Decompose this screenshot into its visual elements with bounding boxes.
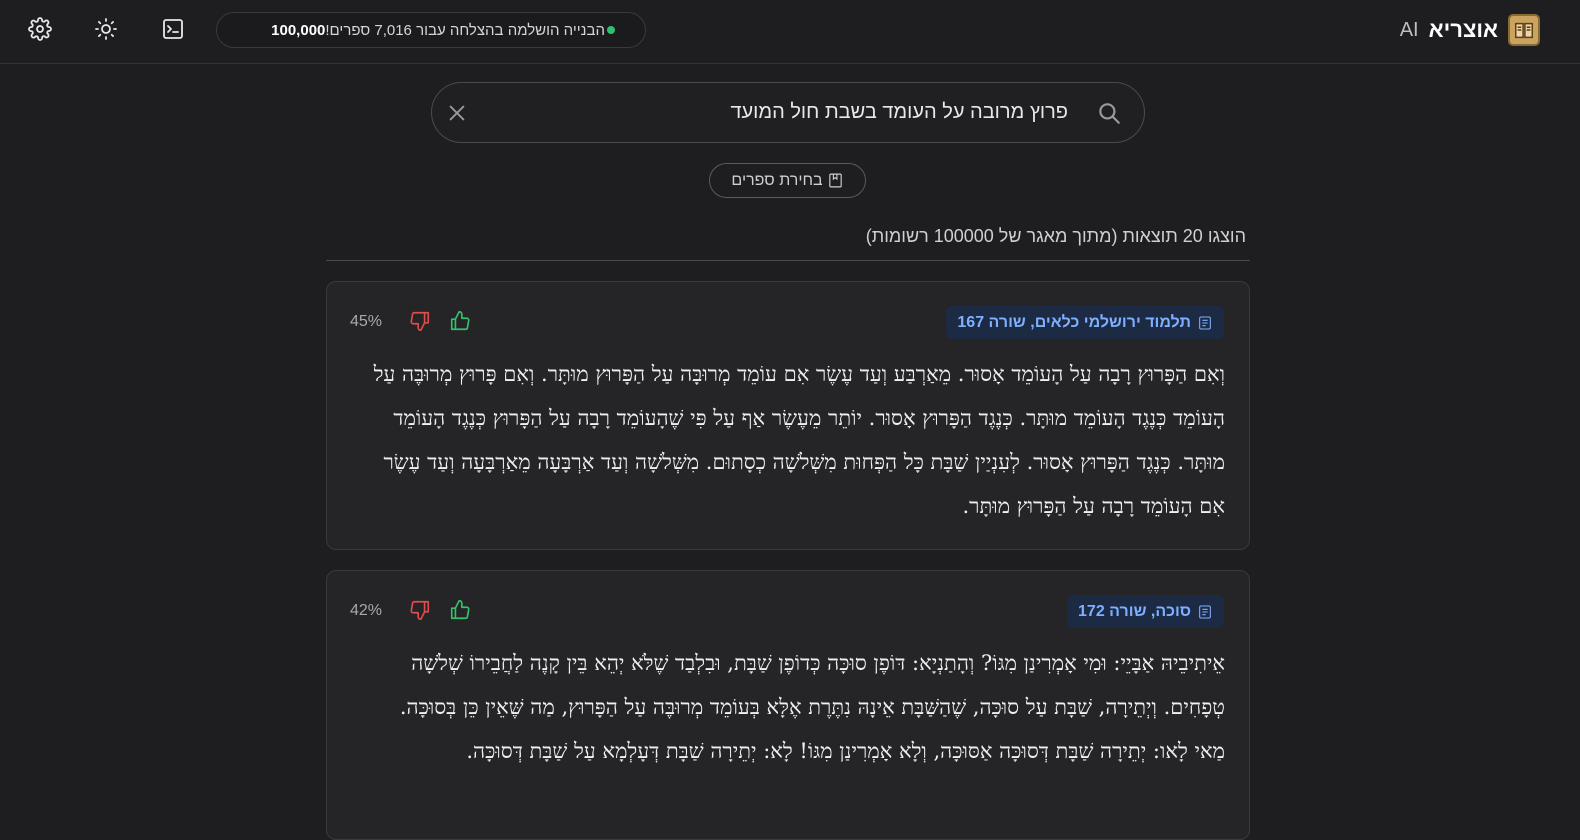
thumbs-down-icon[interactable] <box>409 310 431 332</box>
thumbs-up-icon[interactable] <box>449 599 471 621</box>
brand-suffix: AI <box>1399 18 1419 41</box>
close-icon[interactable] <box>446 102 468 124</box>
result-text: וְאִם הַפָּרוּץ רָבָה עַל הָעוֹמֵד אָסוּ… <box>373 362 1225 518</box>
search-input[interactable] <box>508 83 1068 142</box>
result-text: אֵיתִיבֵיהּ אַבָּיֵי: וּמִי אָמְרִינַן מ… <box>399 651 1225 763</box>
result-card: תלמוד ירושלמי כלאים, שורה 167 45% וְאִם … <box>326 281 1250 550</box>
results-divider <box>326 260 1250 261</box>
brand: AI אוצריא <box>1400 14 1540 46</box>
search-box <box>431 82 1145 143</box>
theme-toggle-button[interactable] <box>89 12 123 46</box>
relevance-score: 45% <box>350 313 383 330</box>
result-source-link[interactable]: תלמוד ירושלמי כלאים, שורה 167 <box>946 306 1224 339</box>
result-source-label: תלמוד ירושלמי כלאים, שורה 167 <box>957 313 1191 331</box>
select-books-button[interactable]: בחירת ספרים <box>709 163 866 198</box>
top-bar: הבנייה הושלמה בהצלחה עבור 7,016 ספרים! 1… <box>0 0 1580 64</box>
status-count: 100,000 <box>271 21 326 39</box>
document-icon <box>1199 604 1211 619</box>
relevance-score: 42% <box>350 602 383 619</box>
result-source-label: סוכה, שורה 172 <box>1078 602 1191 620</box>
gear-icon <box>28 17 52 41</box>
terminal-icon <box>163 19 183 39</box>
document-icon <box>1199 315 1211 330</box>
book-icon <box>828 173 842 188</box>
result-source-link[interactable]: סוכה, שורה 172 <box>1067 595 1224 628</box>
thumbs-down-icon[interactable] <box>409 599 431 621</box>
result-card: סוכה, שורה 172 42% אֵיתִיבֵיהּ אַבָּיֵי:… <box>326 570 1250 840</box>
results-summary: הוצגו 20 תוצאות (מתוך מאגר של 100000 רשו… <box>865 226 1246 246</box>
sun-icon <box>95 18 117 40</box>
search-icon[interactable] <box>1096 100 1122 126</box>
status-pill: הבנייה הושלמה בהצלחה עבור 7,016 ספרים! 1… <box>216 12 646 48</box>
status-dot-icon <box>607 26 615 34</box>
select-books-label: בחירת ספרים <box>731 171 823 189</box>
app-logo-icon <box>1508 14 1540 46</box>
settings-button[interactable] <box>23 12 57 46</box>
brand-name: אוצריא <box>1428 17 1498 42</box>
status-text: הבנייה הושלמה בהצלחה עבור 7,016 ספרים! <box>325 21 605 39</box>
terminal-button[interactable] <box>156 12 190 46</box>
thumbs-up-icon[interactable] <box>449 310 471 332</box>
